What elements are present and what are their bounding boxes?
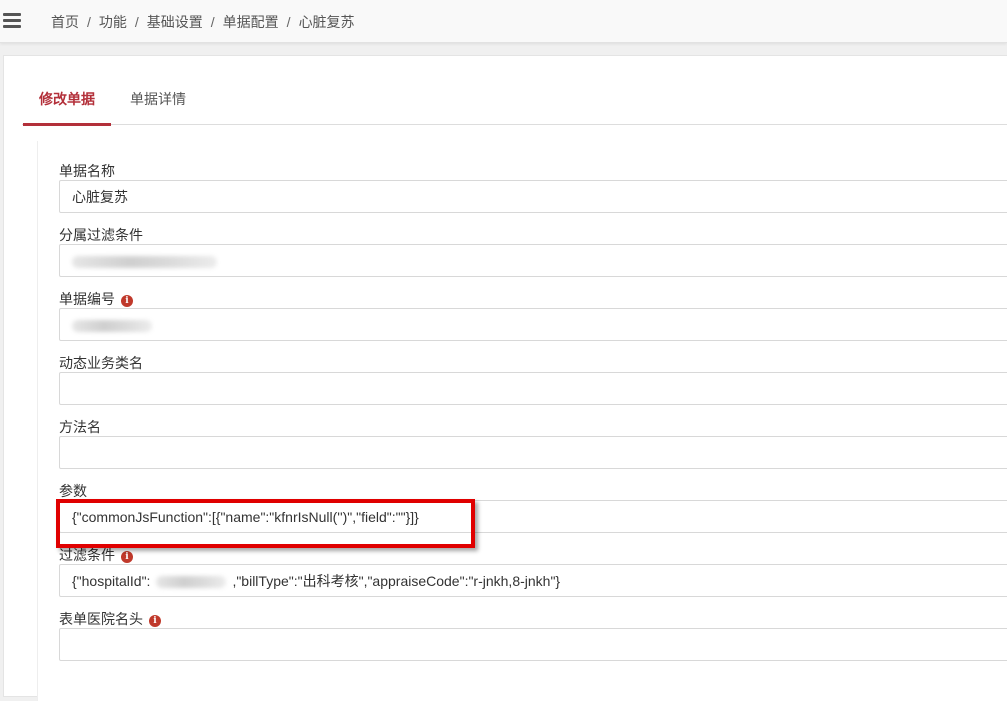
menu-icon[interactable] bbox=[3, 13, 21, 29]
field-hospital-header: 表单医院名头 i bbox=[59, 609, 1007, 661]
tab-doc-details[interactable]: 单据详情 bbox=[128, 86, 188, 123]
breadcrumb-separator: / bbox=[210, 14, 215, 30]
annotation-highlight-box bbox=[56, 499, 475, 548]
doc-name-label: 单据名称 bbox=[59, 163, 115, 179]
breadcrumb-separator: / bbox=[134, 14, 139, 30]
breadcrumb-current: 心脏复苏 bbox=[298, 14, 355, 30]
redacted-value bbox=[72, 320, 152, 333]
method-name-input[interactable] bbox=[59, 436, 1007, 469]
breadcrumb-separator: / bbox=[286, 14, 291, 30]
breadcrumb-separator: / bbox=[87, 14, 91, 30]
breadcrumb-doc-config[interactable]: 单据配置 bbox=[223, 14, 279, 30]
doc-code-label-row: 单据编号 i bbox=[59, 289, 1007, 309]
info-icon: i bbox=[121, 295, 133, 307]
filter-affiliation-label: 分属过滤条件 bbox=[59, 227, 143, 243]
redacted-value bbox=[156, 576, 227, 589]
doc-name-input[interactable]: 心脏复苏 bbox=[59, 180, 1007, 213]
filter-condition-input[interactable]: {"hospitalId": ,"billType":"出科考核","apprai… bbox=[59, 564, 1007, 597]
dynamic-class-input[interactable] bbox=[59, 372, 1007, 405]
hospital-header-label-row: 表单医院名头 i bbox=[59, 609, 1007, 629]
top-bar: 首页 / 功能 / 基础设置 / 单据配置 / 心脏复苏 bbox=[0, 0, 1007, 43]
redacted-value bbox=[72, 256, 217, 269]
info-icon: i bbox=[149, 615, 161, 627]
field-method-name: 方法名 bbox=[59, 417, 1007, 469]
filter-condition-prefix: {"hospitalId": bbox=[72, 573, 151, 589]
filter-affiliation-input[interactable] bbox=[59, 244, 1007, 277]
doc-code-label: 单据编号 bbox=[59, 291, 115, 307]
info-icon: i bbox=[121, 551, 133, 563]
hospital-header-label: 表单医院名头 bbox=[59, 611, 143, 627]
tab-bar: 修改单据 单据详情 bbox=[22, 86, 1007, 126]
field-filter-condition: 过滤条件 i {"hospitalId": ,"billType":"出科考核","… bbox=[59, 545, 1007, 597]
breadcrumb: 首页 / 功能 / 基础设置 / 单据配置 / 心脏复苏 bbox=[51, 12, 355, 32]
field-params: 参数 {"commonJsFunction":[{"name":"kfnrIsN… bbox=[59, 481, 1007, 533]
breadcrumb-home[interactable]: 首页 bbox=[51, 14, 79, 30]
dynamic-class-label: 动态业务类名 bbox=[59, 355, 143, 371]
breadcrumb-function[interactable]: 功能 bbox=[99, 14, 127, 30]
filter-condition-suffix: ,"billType":"出科考核","appraiseCode":"r-jnk… bbox=[232, 573, 561, 589]
breadcrumb-basic-settings[interactable]: 基础设置 bbox=[147, 14, 203, 30]
main-panel: 修改单据 单据详情 单据名称 心脏复苏 分属过滤条件 单据编号 i 动态业务类名 bbox=[3, 55, 1007, 701]
field-doc-code: 单据编号 i bbox=[59, 289, 1007, 341]
edit-form: 单据名称 心脏复苏 分属过滤条件 单据编号 i 动态业务类名 方法名 参数 {"… bbox=[37, 141, 1007, 701]
field-doc-name: 单据名称 心脏复苏 bbox=[59, 161, 1007, 213]
tab-edit-doc[interactable]: 修改单据 bbox=[23, 86, 111, 126]
doc-code-input[interactable] bbox=[59, 308, 1007, 341]
method-name-label: 方法名 bbox=[59, 419, 101, 435]
field-dynamic-class: 动态业务类名 bbox=[59, 353, 1007, 405]
params-label: 参数 bbox=[59, 483, 87, 499]
filter-condition-label: 过滤条件 bbox=[59, 547, 115, 563]
filter-condition-label-row: 过滤条件 i bbox=[59, 545, 1007, 565]
field-filter-affiliation: 分属过滤条件 bbox=[59, 225, 1007, 277]
hospital-header-input[interactable] bbox=[59, 628, 1007, 661]
